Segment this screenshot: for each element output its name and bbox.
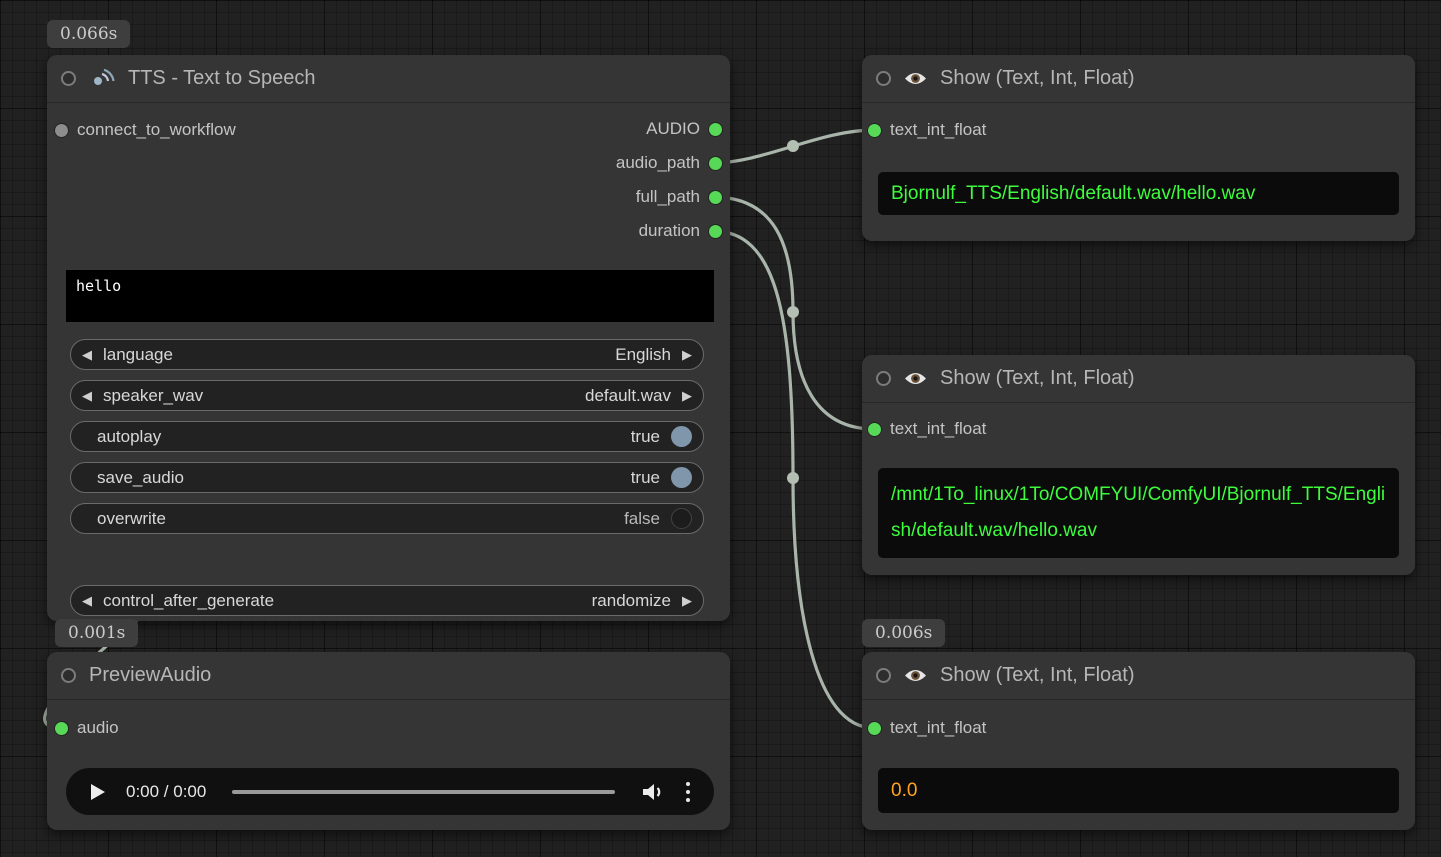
player-time: 0:00 / 0:00 bbox=[126, 782, 206, 802]
toggle-widget-save-audio[interactable]: save_audio true bbox=[70, 462, 704, 493]
eye-icon bbox=[904, 370, 927, 387]
port-label: text_int_float bbox=[890, 120, 986, 140]
input-port-text-int-float: text_int_float bbox=[868, 416, 986, 442]
node-header: Show (Text, Int, Float) bbox=[862, 55, 1415, 103]
port-label: audio_path bbox=[616, 153, 700, 173]
link-midpoint-dot bbox=[787, 472, 799, 484]
node-header: TTS - Text to Speech bbox=[47, 55, 730, 103]
output-port-full-path: full_path bbox=[636, 184, 722, 210]
input-port-audio: audio bbox=[55, 715, 119, 741]
input-dot[interactable] bbox=[55, 124, 68, 137]
play-triangle-icon[interactable] bbox=[90, 783, 106, 801]
node-show-text-middle[interactable]: Show (Text, Int, Float) text_int_float /… bbox=[862, 355, 1415, 575]
input-dot[interactable] bbox=[868, 124, 881, 137]
output-dot[interactable] bbox=[709, 157, 722, 170]
node-header: Show (Text, Int, Float) bbox=[862, 652, 1415, 700]
node-title: Show (Text, Int, Float) bbox=[940, 367, 1135, 390]
output-port-audio: AUDIO bbox=[646, 116, 722, 142]
node-show-text-bottom[interactable]: Show (Text, Int, Float) text_int_float 0… bbox=[862, 652, 1415, 830]
toggle-knob[interactable] bbox=[671, 426, 692, 447]
toggle-knob[interactable] bbox=[671, 467, 692, 488]
widget-label: save_audio bbox=[97, 468, 184, 488]
collapse-toggle[interactable] bbox=[61, 71, 76, 86]
seek-slider[interactable] bbox=[232, 790, 615, 794]
execution-time-badge: 0.066s bbox=[47, 20, 130, 48]
toggle-widget-overwrite[interactable]: overwrite false bbox=[70, 503, 704, 534]
widget-value: randomize bbox=[592, 591, 671, 611]
combo-widget-control-after-generate[interactable]: ◀ control_after_generate randomize ▶ bbox=[70, 585, 704, 616]
link-midpoint-dot bbox=[787, 306, 799, 318]
collapse-toggle[interactable] bbox=[61, 668, 76, 683]
port-label: AUDIO bbox=[646, 119, 700, 139]
node-header: Show (Text, Int, Float) bbox=[862, 355, 1415, 403]
combo-widget-speaker-wav[interactable]: ◀ speaker_wav default.wav ▶ bbox=[70, 380, 704, 411]
show-value-display: 0.0 bbox=[878, 768, 1399, 813]
output-port-duration: duration bbox=[639, 218, 722, 244]
right-arrow-icon[interactable]: ▶ bbox=[682, 348, 692, 361]
execution-time-badge: 0.001s bbox=[55, 619, 138, 647]
input-dot[interactable] bbox=[55, 722, 68, 735]
combo-widget-language[interactable]: ◀ language English ▶ bbox=[70, 339, 704, 370]
widget-label: language bbox=[103, 345, 173, 365]
link-midpoint-dot bbox=[787, 140, 799, 152]
show-value-display: /mnt/1To_linux/1To/COMFYUI/ComfyUI/Bjorn… bbox=[878, 468, 1399, 558]
right-arrow-icon[interactable]: ▶ bbox=[682, 594, 692, 607]
eye-icon bbox=[904, 70, 927, 87]
port-label: audio bbox=[77, 718, 119, 738]
execution-time-badge: 0.006s bbox=[862, 619, 945, 647]
node-title: Show (Text, Int, Float) bbox=[940, 664, 1135, 687]
output-dot[interactable] bbox=[709, 191, 722, 204]
left-arrow-icon[interactable]: ◀ bbox=[82, 594, 92, 607]
node-preview-audio[interactable]: PreviewAudio audio 0:00 / 0:00 bbox=[47, 652, 730, 830]
show-value-display: Bjornulf_TTS/English/default.wav/hello.w… bbox=[878, 172, 1399, 215]
input-dot[interactable] bbox=[868, 423, 881, 436]
kebab-menu-icon[interactable] bbox=[686, 782, 690, 802]
widget-label: overwrite bbox=[97, 509, 166, 529]
input-port-text-int-float: text_int_float bbox=[868, 715, 986, 741]
left-arrow-icon[interactable]: ◀ bbox=[82, 348, 92, 361]
output-dot[interactable] bbox=[709, 225, 722, 238]
sound-wave-icon bbox=[89, 68, 115, 90]
node-title: PreviewAudio bbox=[89, 664, 211, 687]
port-label: full_path bbox=[636, 187, 700, 207]
port-label: text_int_float bbox=[890, 718, 986, 738]
output-port-audio-path: audio_path bbox=[616, 150, 722, 176]
node-title: Show (Text, Int, Float) bbox=[940, 67, 1135, 90]
toggle-knob[interactable] bbox=[671, 508, 692, 529]
widget-value: English bbox=[615, 345, 671, 365]
node-graph-canvas[interactable]: 0.066s 0.001s 0.006s TTS - Text to Speec… bbox=[0, 0, 1441, 857]
widget-value: false bbox=[624, 509, 660, 529]
widget-value: default.wav bbox=[585, 386, 671, 406]
widget-value: true bbox=[631, 427, 660, 447]
output-dot[interactable] bbox=[709, 123, 722, 136]
widget-value: true bbox=[631, 468, 660, 488]
collapse-toggle[interactable] bbox=[876, 371, 891, 386]
text-input-widget[interactable]: hello bbox=[66, 270, 714, 322]
node-title: TTS - Text to Speech bbox=[128, 67, 316, 90]
widget-label: speaker_wav bbox=[103, 386, 203, 406]
collapse-toggle[interactable] bbox=[876, 71, 891, 86]
speaker-icon[interactable] bbox=[641, 782, 664, 802]
node-header: PreviewAudio bbox=[47, 652, 730, 700]
left-arrow-icon[interactable]: ◀ bbox=[82, 389, 92, 402]
port-label: connect_to_workflow bbox=[77, 120, 236, 140]
input-port-text-int-float: text_int_float bbox=[868, 117, 986, 143]
node-show-text-top[interactable]: Show (Text, Int, Float) text_int_float B… bbox=[862, 55, 1415, 241]
port-label: duration bbox=[639, 221, 700, 241]
node-tts-text-to-speech[interactable]: TTS - Text to Speech connect_to_workflow… bbox=[47, 55, 730, 621]
widget-label: control_after_generate bbox=[103, 591, 274, 611]
right-arrow-icon[interactable]: ▶ bbox=[682, 389, 692, 402]
toggle-widget-autoplay[interactable]: autoplay true bbox=[70, 421, 704, 452]
eye-icon bbox=[904, 667, 927, 684]
collapse-toggle[interactable] bbox=[876, 668, 891, 683]
input-dot[interactable] bbox=[868, 722, 881, 735]
port-label: text_int_float bbox=[890, 419, 986, 439]
widget-label: autoplay bbox=[97, 427, 161, 447]
audio-player: 0:00 / 0:00 bbox=[66, 768, 714, 815]
input-port-connect-to-workflow: connect_to_workflow bbox=[55, 117, 236, 143]
